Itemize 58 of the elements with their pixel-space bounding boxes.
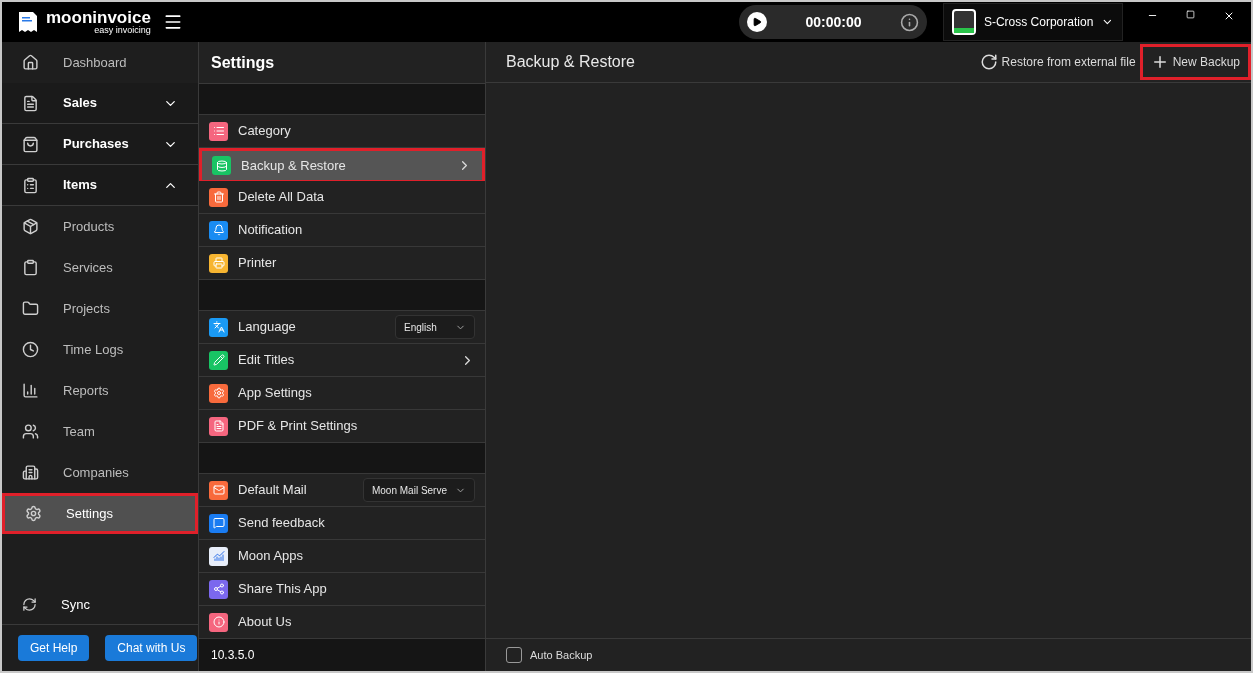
menu-row[interactable]: Moon Apps — [199, 540, 485, 573]
dropdown[interactable]: Moon Mail Serve — [362, 478, 475, 502]
sidebar-item[interactable]: Services — [2, 247, 198, 288]
rotate-icon — [979, 53, 998, 71]
sidebar-item[interactable]: Time Logs — [2, 329, 198, 370]
box-icon — [22, 218, 39, 235]
settings-icon — [25, 505, 42, 522]
menu-row[interactable]: Default Mail Moon Mail Serve — [199, 474, 485, 507]
new-backup-button[interactable]: New Backup — [1139, 44, 1251, 80]
close-icon[interactable] — [1223, 10, 1235, 22]
company-logo-icon — [952, 9, 976, 35]
play-icon[interactable] — [747, 12, 767, 32]
menu-row[interactable]: Edit Titles — [199, 344, 485, 377]
clock-icon — [22, 341, 39, 358]
sidebar-item[interactable]: Settings — [2, 493, 198, 534]
checkbox[interactable] — [506, 647, 522, 663]
sync-button[interactable]: Sync — [61, 594, 90, 615]
content-title: Backup & Restore — [506, 52, 635, 72]
menu-row[interactable]: Notification — [199, 214, 485, 247]
sidebar-item[interactable]: Sales — [2, 83, 198, 124]
sidebar-item[interactable]: Projects — [2, 288, 198, 329]
folder-icon — [22, 300, 39, 317]
menu-row[interactable]: Language English — [199, 311, 485, 344]
menu-row[interactable]: Send feedback — [199, 507, 485, 540]
info-icon[interactable] — [900, 12, 919, 32]
building-icon — [22, 464, 39, 481]
sidebar-item[interactable]: Team — [2, 411, 198, 452]
menu-row[interactable]: Delete All Data — [199, 181, 485, 214]
restore-button[interactable]: Restore from external file — [979, 53, 1136, 71]
logo-name: mooninvoice — [46, 9, 151, 26]
settings-title: Settings — [211, 52, 275, 73]
menu-row[interactable]: Share This App — [199, 573, 485, 606]
sidebar-item[interactable]: Items — [2, 165, 198, 206]
menu-row[interactable]: Backup & Restore — [199, 148, 485, 181]
sidebar-item[interactable]: Reports — [2, 370, 198, 411]
chart-icon — [22, 382, 39, 399]
sidebar-item[interactable]: Dashboard — [2, 42, 198, 83]
invoice-icon — [22, 94, 39, 112]
sync-icon — [22, 597, 37, 612]
checkbox-label: Auto Backup — [530, 647, 593, 663]
sidebar-item[interactable]: Products — [2, 206, 198, 247]
logo-tagline: easy invoicing — [94, 26, 151, 35]
dropdown[interactable]: English — [395, 315, 475, 339]
house-icon — [22, 54, 39, 71]
help-button[interactable]: Get Help — [18, 635, 90, 661]
clipboard-icon — [22, 259, 39, 276]
timer-text: 00:00:00 — [805, 12, 862, 32]
help-button[interactable]: Chat with Us — [105, 635, 198, 661]
sidebar-item[interactable]: Purchases — [2, 124, 198, 165]
restore-icon[interactable] — [1186, 10, 1195, 19]
team-icon — [22, 423, 39, 440]
bag-icon — [22, 135, 39, 153]
company-selector[interactable]: S-Cross Corporation — [943, 3, 1123, 41]
receipt-logo-icon — [18, 11, 38, 33]
list-icon — [22, 176, 39, 194]
menu-row[interactable]: App Settings — [199, 377, 485, 410]
version-text: 10.3.5.0 — [211, 647, 255, 664]
sidebar-item[interactable]: Companies — [2, 452, 198, 493]
